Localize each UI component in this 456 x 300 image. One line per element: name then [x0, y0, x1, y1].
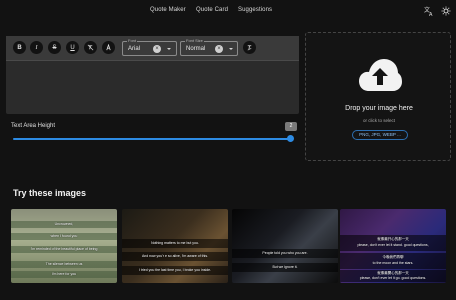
- sample-image-3[interactable]: People told you who you are. But we igno…: [232, 209, 338, 283]
- sample-caption: Nothing matters to me but you.: [151, 241, 199, 245]
- drop-zone-subtitle: or click to select: [362, 118, 395, 123]
- bold-button[interactable]: B: [13, 41, 26, 54]
- text-area-height-slider[interactable]: [13, 138, 291, 140]
- sample-caption: 今晚我們再聊: [382, 255, 404, 259]
- slider-value-tooltip: 2: [285, 122, 297, 131]
- sample-caption: 就像最开心的那一天: [377, 237, 409, 241]
- bold-icon: B: [17, 44, 22, 51]
- format-clear-icon: [247, 45, 252, 51]
- text-area-height-label: Text Area Height: [11, 123, 56, 129]
- nav-quote-card[interactable]: Quote Card: [196, 7, 228, 13]
- translate-icon[interactable]: 文A: [423, 5, 435, 17]
- underline-icon: U: [70, 44, 75, 51]
- sample-image-1[interactable]: Uncrowned, when I found you I'm reminded…: [11, 209, 117, 283]
- cloud-upload-icon: [359, 59, 402, 91]
- clear-all-button[interactable]: [243, 41, 256, 54]
- font-size-select-value: Normal: [186, 46, 206, 52]
- font-size-select[interactable]: Font Size Normal ×: [180, 38, 238, 56]
- font-select-label: Font: [127, 38, 138, 43]
- font-select[interactable]: Font Arial ×: [122, 38, 177, 56]
- sample-caption: I'm reminded of the beautiful place of b…: [30, 247, 98, 251]
- sample-caption: And now you'r e so alive, I'm aware of t…: [141, 254, 209, 258]
- italic-button[interactable]: I: [30, 41, 43, 54]
- samples-heading: Try these images: [13, 188, 87, 198]
- drop-zone-title: Drop your image here: [345, 105, 413, 112]
- font-clear-icon[interactable]: ×: [153, 45, 161, 53]
- editor-toolbar: B I S U Font Arial × Font Size Normal ×: [6, 36, 299, 61]
- sample-image-2[interactable]: Nothing matters to me but you. And now y…: [122, 209, 228, 283]
- sample-caption: But we ignore it.: [272, 265, 298, 269]
- strikethrough-icon: S: [52, 44, 57, 51]
- top-bar: Quote Maker Quote Card Suggestions 文A: [0, 0, 456, 24]
- italic-icon: I: [35, 44, 38, 51]
- image-drop-zone[interactable]: Drop your image here or click to select …: [305, 32, 451, 161]
- nav-suggestions[interactable]: Suggestions: [238, 7, 272, 13]
- accepted-formats-chip: PNG, JPG, WEBP ...: [352, 130, 408, 140]
- sample-caption: when I found you: [50, 234, 78, 238]
- font-select-value: Arial: [128, 46, 141, 52]
- sample-caption: I tried you the last time you, I broke y…: [138, 268, 212, 272]
- underline-button[interactable]: U: [66, 41, 79, 54]
- text-color-icon: [106, 44, 111, 51]
- strikethrough-button[interactable]: S: [48, 41, 61, 54]
- svg-text:A: A: [429, 12, 433, 16]
- slider-thumb[interactable]: [287, 135, 294, 142]
- sample-caption: please, don't ever let it go. good quest…: [359, 276, 427, 280]
- text-color-button[interactable]: [102, 41, 115, 54]
- chevron-down-icon[interactable]: [165, 45, 173, 53]
- sample-caption: I'm here for you: [51, 272, 77, 276]
- font-size-clear-icon[interactable]: ×: [215, 45, 223, 53]
- quote-editor[interactable]: B I S U Font Arial × Font Size Normal ×: [6, 36, 299, 114]
- font-size-select-label: Font Size: [185, 38, 204, 43]
- sample-caption: please, don't ever let it stand. good qu…: [357, 243, 429, 247]
- sample-caption: People told you who you are.: [262, 251, 308, 255]
- theme-toggle-icon[interactable]: [440, 5, 452, 17]
- sample-caption: Uncrowned,: [54, 222, 74, 226]
- clear-format-button[interactable]: [84, 41, 97, 54]
- sample-image-4[interactable]: 就像最开心的那一天 please, don't ever let it stan…: [340, 209, 446, 283]
- sample-caption: The silence between us: [45, 262, 83, 266]
- clear-format-icon: [87, 44, 94, 51]
- sample-caption: to the moon and the stars.: [372, 261, 414, 265]
- chevron-down-icon[interactable]: [227, 45, 235, 53]
- nav-quote-maker[interactable]: Quote Maker: [150, 7, 186, 13]
